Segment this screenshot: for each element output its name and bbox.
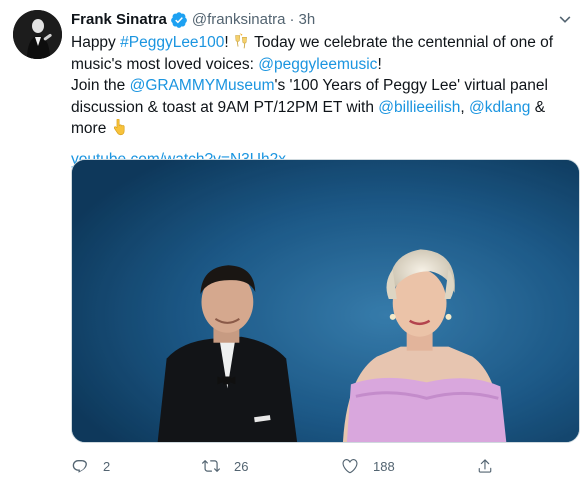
reply-button[interactable]: 2 bbox=[71, 455, 110, 477]
pointing-down-emoji bbox=[113, 119, 125, 136]
header-separator: · bbox=[289, 11, 295, 28]
tweet-paragraph-2: Join the @GRAMMYMuseum's '100 Years of P… bbox=[71, 75, 571, 140]
text-segment: Happy bbox=[71, 34, 121, 51]
tweet-text: Happy #PeggyLee100! Today we celebrate t… bbox=[71, 32, 571, 170]
author-name[interactable]: Frank Sinatra bbox=[71, 10, 167, 30]
photo-image bbox=[72, 160, 579, 442]
text-segment: Join the bbox=[71, 77, 130, 94]
text-segment: ! bbox=[377, 55, 382, 73]
tweet[interactable]: Frank Sinatra @franksinatra · 3h Happy #… bbox=[0, 0, 585, 489]
tweet-media-photo[interactable] bbox=[71, 159, 580, 443]
heart-icon bbox=[342, 458, 358, 474]
reply-icon bbox=[72, 460, 87, 473]
mention-peggyleemusic-link[interactable]: @peggyleemusic bbox=[258, 56, 377, 73]
text-segment: ! bbox=[224, 34, 234, 51]
tweet-actions-bar: 2 26 188 bbox=[71, 455, 511, 477]
verified-badge-icon bbox=[171, 12, 187, 28]
tweet-timestamp[interactable]: 3h bbox=[298, 10, 315, 30]
tweet-header: Frank Sinatra @franksinatra · 3h bbox=[71, 10, 315, 30]
mention-billieeilish-link[interactable]: @billieeilish bbox=[378, 99, 460, 116]
hashtag-link[interactable]: #PeggyLee100 bbox=[120, 34, 224, 51]
mention-grammymuseum-link[interactable]: @GRAMMYMuseum bbox=[130, 77, 275, 94]
mention-kdlang-link[interactable]: @kdlang bbox=[469, 99, 530, 116]
author-handle[interactable]: @franksinatra bbox=[192, 10, 286, 30]
text-segment: , bbox=[460, 98, 469, 116]
like-count: 188 bbox=[373, 458, 395, 474]
reply-count: 2 bbox=[103, 458, 111, 474]
retweet-count: 26 bbox=[234, 458, 249, 474]
avatar-image bbox=[13, 10, 62, 59]
like-button[interactable]: 188 bbox=[341, 455, 395, 477]
share-button[interactable] bbox=[476, 455, 508, 477]
clinking-glasses-emoji bbox=[235, 33, 247, 49]
share-icon bbox=[478, 459, 492, 473]
author-avatar[interactable] bbox=[13, 10, 62, 59]
retweet-icon bbox=[202, 460, 220, 472]
chevron-down-icon[interactable] bbox=[555, 10, 575, 30]
tweet-paragraph-1: Happy #PeggyLee100! Today we celebrate t… bbox=[71, 32, 571, 75]
retweet-button[interactable]: 26 bbox=[202, 455, 248, 477]
